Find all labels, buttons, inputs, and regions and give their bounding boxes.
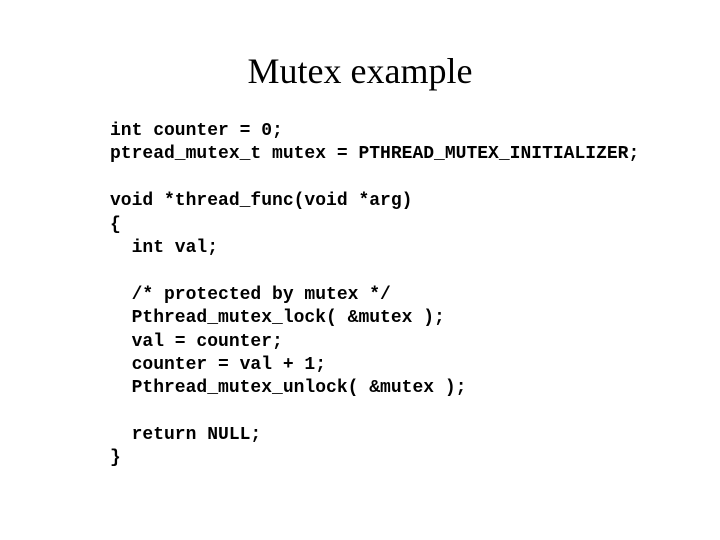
code-block: int counter = 0; ptread_mutex_t mutex = …	[0, 120, 720, 471]
slide-title: Mutex example	[0, 0, 720, 120]
